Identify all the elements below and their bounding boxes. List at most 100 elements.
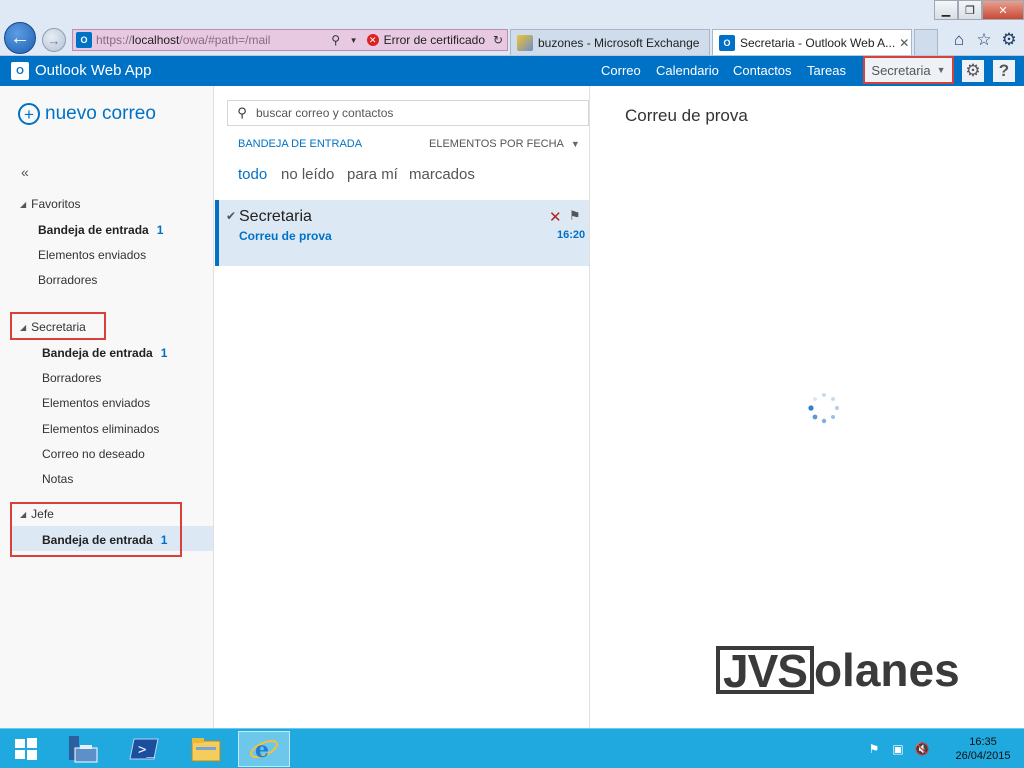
new-tab-button[interactable]	[914, 29, 938, 55]
filter-para-mi[interactable]: para mí	[347, 166, 398, 183]
sort-label: ELEMENTOS POR FECHA	[429, 138, 564, 150]
mailbox-switcher-button[interactable]: Secretaria ▼	[863, 56, 954, 84]
back-button[interactable]: ←	[4, 22, 36, 54]
unread-count: 1	[160, 533, 168, 547]
folder-label: Bandeja de entrada	[42, 346, 153, 360]
folder-pane: + nuevo correo « ◢ Favoritos Bandeja de …	[0, 86, 213, 728]
home-icon[interactable]: ⌂	[948, 29, 970, 51]
message-sender: Secretaria	[239, 208, 312, 225]
help-icon[interactable]: ?	[993, 60, 1015, 82]
tab-outlook-web-app[interactable]: O Secretaria - Outlook Web A... ✕	[712, 29, 912, 55]
sort-dropdown[interactable]: ELEMENTOS POR FECHA ▼	[429, 138, 580, 150]
network-icon[interactable]: ▣	[890, 741, 906, 757]
url-host: localhost	[132, 33, 180, 47]
folder-favoritos-enviados[interactable]: Elementos enviados	[38, 248, 146, 262]
url-scheme: https://	[96, 33, 133, 47]
chevron-down-icon: ▼	[570, 139, 580, 149]
search-input[interactable]: ⚲ buscar correo y contactos	[227, 100, 589, 126]
windows-logo-icon	[15, 738, 37, 760]
start-button[interactable]	[0, 731, 52, 767]
browser-chrome: ▁ ❐ ✕ ← → O https://localhost/owa/#path=…	[0, 0, 1024, 56]
refresh-icon[interactable]: ↻	[489, 33, 507, 47]
nav-calendario[interactable]: Calendario	[656, 63, 719, 78]
folder-group-favoritos[interactable]: ◢ Favoritos	[20, 197, 81, 211]
forward-button[interactable]: →	[42, 28, 66, 52]
close-tab-icon[interactable]: ✕	[895, 36, 909, 50]
clock-time: 16:35	[969, 736, 997, 748]
chevron-down-icon: ▼	[936, 65, 946, 75]
reading-subject: Correu de prova	[625, 106, 748, 125]
filter-no-leido[interactable]: no leído	[281, 166, 334, 183]
restore-button[interactable]: ❐	[958, 0, 982, 20]
folder-label: Bandeja de entrada	[42, 533, 153, 547]
settings-gear-icon[interactable]: ⚙	[962, 60, 984, 82]
volume-muted-icon[interactable]: 🔇	[914, 741, 930, 757]
new-mail-button[interactable]: + nuevo correo	[18, 103, 156, 125]
folder-secretaria-borradores[interactable]: Borradores	[42, 371, 101, 385]
folder-group-secretaria[interactable]: ◢ Secretaria	[20, 320, 86, 334]
list-item[interactable]: ✔ Secretaria Correu de prova ✕ ⚑ 16:20	[215, 200, 589, 266]
search-placeholder: buscar correo y contactos	[256, 106, 394, 120]
collapse-pane-button[interactable]: «	[21, 164, 29, 180]
filter-todo[interactable]: todo	[238, 166, 267, 183]
dropdown-arrow-icon[interactable]: ▼	[345, 36, 363, 45]
internet-explorer-icon: e	[250, 737, 278, 763]
settings-gear-icon[interactable]: ⚙	[998, 29, 1020, 51]
folder-favoritos-borradores[interactable]: Borradores	[38, 273, 97, 287]
nav-contactos[interactable]: Contactos	[733, 63, 792, 78]
server-manager-icon	[69, 736, 98, 763]
folder-jefe-bandeja[interactable]: Bandeja de entrada 1	[42, 533, 167, 547]
file-explorer-button[interactable]	[180, 731, 232, 767]
url-path: /owa/#path=/mail	[179, 33, 271, 47]
loading-spinner-icon	[808, 393, 839, 424]
server-manager-button[interactable]	[56, 731, 108, 767]
checkmark-icon[interactable]: ✔	[226, 209, 236, 223]
certificate-error[interactable]: ✕ Error de certificado	[363, 33, 489, 47]
error-icon: ✕	[366, 34, 379, 46]
favorites-star-icon[interactable]: ☆	[973, 29, 995, 51]
folder-secretaria-eliminados[interactable]: Elementos eliminados	[42, 422, 159, 436]
folder-group-jefe[interactable]: ◢ Jefe	[20, 507, 54, 521]
internet-explorer-button[interactable]: e	[238, 731, 290, 767]
delete-icon[interactable]: ✕	[549, 208, 562, 226]
expand-triangle-icon: ◢	[20, 509, 27, 519]
close-window-button[interactable]: ✕	[982, 0, 1024, 20]
folder-secretaria-enviados[interactable]: Elementos enviados	[42, 396, 150, 410]
nav-correo[interactable]: Correo	[601, 63, 641, 78]
message-time: 16:20	[557, 229, 586, 241]
exchange-favicon-icon	[517, 34, 533, 51]
filter-marcados[interactable]: marcados	[409, 166, 475, 183]
certificate-error-label: Error de certificado	[383, 33, 485, 47]
expand-triangle-icon: ◢	[20, 322, 27, 332]
watermark-box-text: JVS	[716, 646, 814, 694]
system-clock[interactable]: 16:35 26/04/2015	[944, 735, 1022, 763]
powershell-icon: >_	[129, 738, 159, 760]
outlook-favicon-icon: O	[76, 32, 92, 48]
folder-secretaria-no-deseado[interactable]: Correo no deseado	[42, 447, 145, 461]
plus-circle-icon: +	[18, 103, 40, 125]
tab-exchange[interactable]: buzones - Microsoft Exchange	[510, 29, 710, 55]
search-icon[interactable]: ⚲	[327, 33, 345, 47]
app-title: Outlook Web App	[35, 62, 152, 79]
action-center-icon[interactable]: ⚑	[866, 741, 882, 757]
search-icon: ⚲	[237, 105, 247, 120]
flag-icon[interactable]: ⚑	[569, 208, 581, 224]
current-folder-label: BANDEJA DE ENTRADA	[238, 138, 363, 150]
nav-tareas[interactable]: Tareas	[807, 63, 846, 78]
folder-favoritos-bandeja[interactable]: Bandeja de entrada 1	[38, 223, 163, 237]
jvsolanes-watermark: JVS olanes	[716, 646, 960, 694]
new-mail-label: nuevo correo	[45, 103, 156, 124]
message-subject: Correu de prova	[239, 229, 332, 243]
folder-secretaria-notas[interactable]: Notas	[42, 472, 73, 486]
expand-triangle-icon: ◢	[20, 199, 27, 209]
message-list-pane: ⚲ buscar correo y contactos BANDEJA DE E…	[213, 86, 590, 728]
minimize-button[interactable]: ▁	[934, 0, 958, 20]
folder-secretaria-bandeja[interactable]: Bandeja de entrada 1	[42, 346, 167, 360]
powershell-button[interactable]: >_	[118, 731, 170, 767]
watermark-rest-text: olanes	[813, 644, 960, 696]
address-bar[interactable]: O https://localhost/owa/#path=/mail ⚲ ▼ …	[72, 29, 508, 51]
mailbox-name: Secretaria	[871, 62, 931, 78]
outlook-logo-icon: O	[11, 62, 29, 80]
folder-icon	[191, 738, 221, 762]
arrow-right-icon: →	[47, 32, 61, 48]
